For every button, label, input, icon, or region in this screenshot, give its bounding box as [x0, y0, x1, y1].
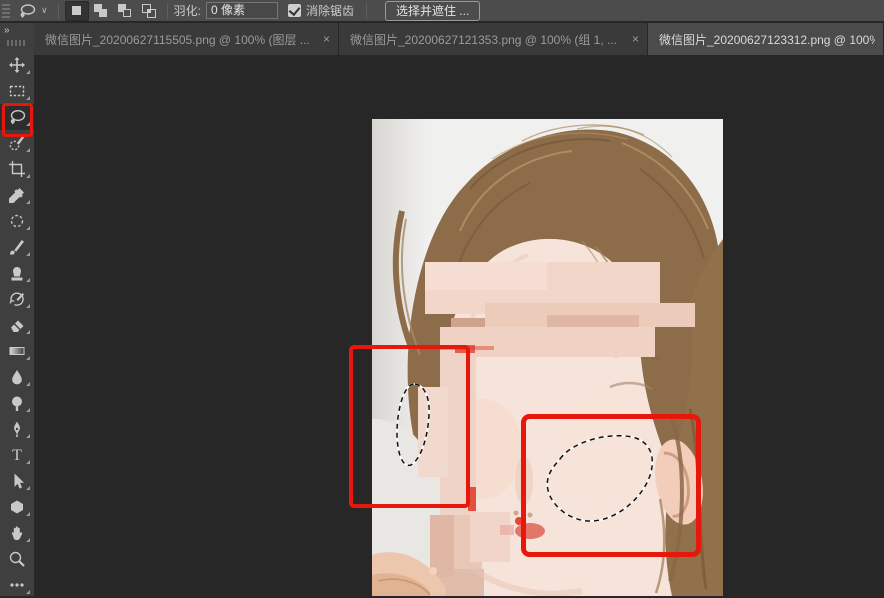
- tool-path-selection[interactable]: [0, 468, 34, 494]
- tab-label: 微信图片_20200627115505.png @ 100% (图层 ...: [45, 31, 310, 48]
- tool-pen[interactable]: [0, 416, 34, 442]
- tool-hand[interactable]: [0, 520, 34, 546]
- lasso-icon: [16, 2, 40, 20]
- tool-edit-toolbar[interactable]: [0, 572, 34, 598]
- intersect-selection-button[interactable]: [137, 1, 161, 21]
- tool-gradient[interactable]: [0, 338, 34, 364]
- options-bar: ∨ 羽化: 消除锯齿 选择并遮住 ...: [0, 0, 884, 22]
- tab-label: 微信图片_20200627121353.png @ 100% (组 1, ...: [350, 31, 617, 48]
- toolbar: »: [0, 23, 34, 596]
- tool-eyedropper[interactable]: [0, 182, 34, 208]
- svg-text:T: T: [12, 447, 22, 464]
- tool-clone-stamp[interactable]: [0, 260, 34, 286]
- feather-input[interactable]: [206, 2, 278, 19]
- tool-quick-selection[interactable]: [0, 130, 34, 156]
- tool-crop[interactable]: [0, 156, 34, 182]
- separator: [366, 3, 367, 19]
- tool-spot-healing-brush[interactable]: [0, 208, 34, 234]
- tab-document-3[interactable]: 微信图片_20200627123312.png @ 100%: [648, 23, 884, 55]
- tab-document-2[interactable]: 微信图片_20200627121353.png @ 100% (组 1, ...…: [339, 23, 648, 55]
- antialias-label: 消除锯齿: [306, 2, 354, 19]
- antialias-checkbox[interactable]: [288, 4, 301, 17]
- tool-dodge[interactable]: [0, 390, 34, 416]
- select-and-mask-button[interactable]: 选择并遮住 ...: [385, 1, 480, 21]
- add-to-selection-button[interactable]: [89, 1, 113, 21]
- toolbar-collapse-button[interactable]: »: [0, 23, 34, 36]
- close-icon[interactable]: ×: [622, 32, 639, 46]
- tool-blur[interactable]: [0, 364, 34, 390]
- tool-eraser[interactable]: [0, 312, 34, 338]
- photo-canvas[interactable]: [372, 119, 723, 596]
- options-bar-grip[interactable]: [2, 4, 10, 18]
- chevron-down-icon[interactable]: ∨: [41, 5, 48, 16]
- close-icon[interactable]: ×: [313, 32, 330, 46]
- tool-lasso[interactable]: [0, 104, 34, 130]
- separator: [58, 3, 59, 19]
- tool-type[interactable]: T: [0, 442, 34, 468]
- tab-document-1[interactable]: 微信图片_20200627115505.png @ 100% (图层 ... ×: [34, 23, 339, 55]
- separator: [167, 3, 168, 19]
- new-selection-button[interactable]: [65, 1, 89, 21]
- subtract-from-selection-button[interactable]: [113, 1, 137, 21]
- toolbar-grip[interactable]: [7, 40, 27, 46]
- tool-move[interactable]: [0, 52, 34, 78]
- tool-brush[interactable]: [0, 234, 34, 260]
- tool-rectangular-marquee[interactable]: [0, 78, 34, 104]
- document-canvas[interactable]: [34, 55, 884, 596]
- tab-label: 微信图片_20200627123312.png @ 100%: [659, 31, 875, 48]
- tool-history-brush[interactable]: [0, 286, 34, 312]
- tool-shape[interactable]: [0, 494, 34, 520]
- feather-label: 羽化:: [174, 2, 201, 19]
- tool-zoom[interactable]: [0, 546, 34, 572]
- document-tab-strip: 微信图片_20200627115505.png @ 100% (图层 ... ×…: [34, 23, 884, 55]
